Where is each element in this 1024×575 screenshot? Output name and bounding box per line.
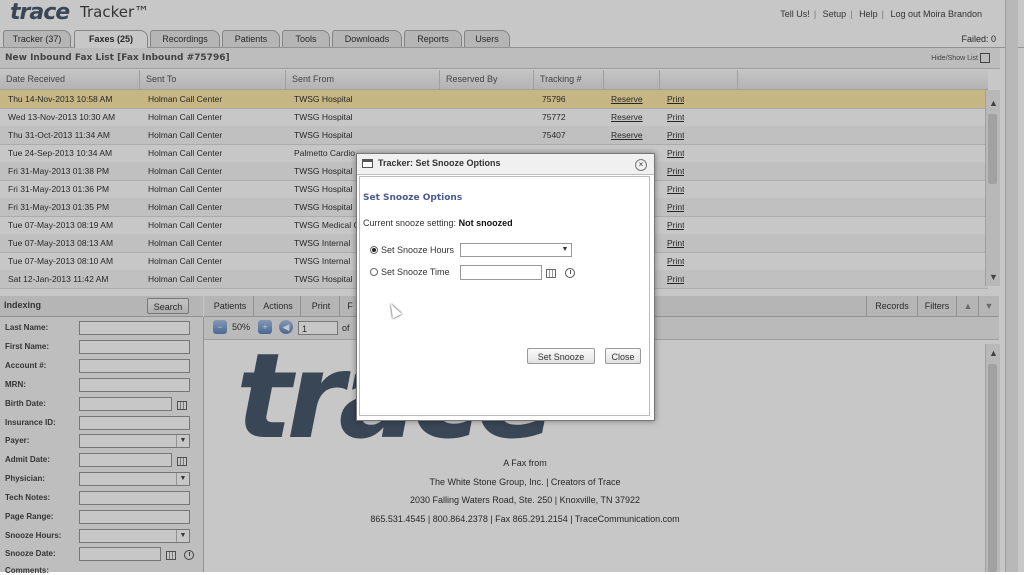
current-snooze: Current snooze setting: Not snoozed xyxy=(363,218,513,228)
calendar-icon[interactable] xyxy=(546,269,556,278)
current-snooze-value: Not snoozed xyxy=(458,218,513,228)
snooze-time-radio[interactable] xyxy=(370,268,378,276)
snooze-hours-radio[interactable] xyxy=(370,246,378,254)
close-button[interactable]: Close xyxy=(605,348,641,364)
window-icon xyxy=(362,159,373,168)
snooze-hours-label: Set Snooze Hours xyxy=(381,245,455,255)
snooze-time-input[interactable] xyxy=(460,265,542,280)
dialog-heading: Set Snooze Options xyxy=(363,193,463,203)
close-icon[interactable]: × xyxy=(635,159,647,171)
set-snooze-button[interactable]: Set Snooze xyxy=(527,348,595,364)
chevron-down-icon: ▼ xyxy=(561,246,569,253)
dialog-titlebar[interactable]: Tracker: Set Snooze Options × xyxy=(357,154,654,175)
dialog-body xyxy=(359,176,650,416)
snooze-time-label: Set Snooze Time xyxy=(381,267,450,277)
snooze-dialog: Tracker: Set Snooze Options × Set Snooze… xyxy=(356,153,655,421)
dialog-title: Tracker: Set Snooze Options xyxy=(378,158,501,168)
snooze-hours-dropdown[interactable]: ▼ xyxy=(460,243,572,257)
alarm-clock-icon[interactable] xyxy=(565,268,575,278)
